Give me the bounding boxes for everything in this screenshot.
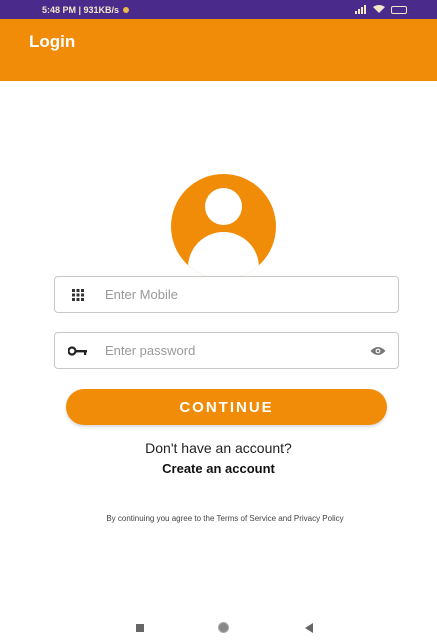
avatar-body xyxy=(188,232,259,279)
login-screen: 5:48 PM | 931KB/s Login Enter Mobile CON… xyxy=(0,0,437,642)
password-field[interactable] xyxy=(54,332,399,369)
mobile-input[interactable] xyxy=(101,287,398,302)
wifi-icon xyxy=(373,5,385,13)
notification-icon xyxy=(123,6,130,13)
home-icon[interactable] xyxy=(218,622,229,633)
continue-button[interactable]: CONTINUE xyxy=(66,389,387,425)
key-icon xyxy=(55,345,101,356)
signal-icon xyxy=(355,5,366,14)
user-avatar-icon xyxy=(171,174,276,279)
status-bar: 5:48 PM | 931KB/s xyxy=(0,0,437,19)
dialpad-icon xyxy=(55,288,101,302)
eye-icon[interactable] xyxy=(358,346,398,356)
status-right xyxy=(355,5,407,14)
app-bar: Login xyxy=(0,19,437,81)
password-input[interactable] xyxy=(101,343,358,358)
status-left: 5:48 PM | 931KB/s xyxy=(42,4,130,15)
terms-text: By continuing you agree to the Terms of … xyxy=(106,514,344,523)
status-time: 5:48 PM | 931KB/s xyxy=(42,4,120,15)
app-bar-title: Login xyxy=(29,32,76,51)
recents-icon[interactable] xyxy=(136,624,144,632)
back-icon[interactable] xyxy=(305,623,313,633)
no-account-text: Don't have an account? xyxy=(145,440,292,456)
avatar-head xyxy=(205,188,242,225)
nav-bar xyxy=(0,616,437,642)
mobile-field[interactable] xyxy=(54,276,399,313)
create-account-link[interactable]: Create an account xyxy=(0,461,437,476)
battery-icon xyxy=(391,5,407,14)
